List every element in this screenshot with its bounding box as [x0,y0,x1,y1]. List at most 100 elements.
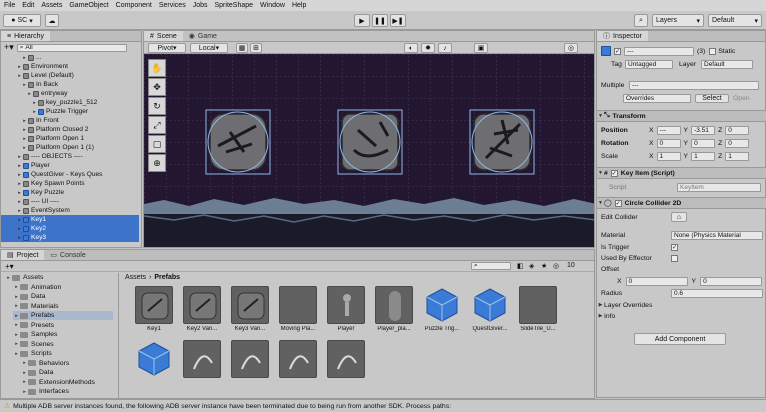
expand-arrow-icon[interactable]: ▸ [21,379,28,385]
step-button[interactable]: ▶❚ [390,14,406,27]
expand-arrow-icon[interactable]: ▸ [13,322,20,328]
expand-arrow-icon[interactable]: ▸ [16,163,23,169]
multiple-field[interactable]: --- [629,80,759,90]
pause-button[interactable]: ❚❚ [372,14,388,27]
filter-label-icon[interactable]: ◈ [529,262,534,270]
add-component-button[interactable]: Add Component [634,333,726,345]
hierarchy-item[interactable]: ▸ QuestGiver - Keys Ques [1,170,139,179]
expand-arrow-icon[interactable]: ▸ [16,199,23,205]
hand-tool-icon[interactable]: ✋ [148,59,166,77]
add-asset-icon[interactable]: +▾ [5,262,14,271]
expand-arrow-icon[interactable]: ▸ [16,64,23,70]
transform-header[interactable]: ▼ ⤡ Transform [597,110,766,122]
prefab-asset-icon[interactable] [183,340,221,378]
hierarchy-item[interactable]: ▸ Key1 [1,215,139,224]
expand-arrow-icon[interactable]: ▸ [21,389,28,395]
radius-field[interactable]: 0.6 [671,288,763,298]
info-row[interactable]: ▶ Info [597,310,766,322]
pos-x-field[interactable]: --- [656,125,681,135]
hierarchy-item[interactable]: ▸ Key3 [1,233,139,242]
expand-arrow-icon[interactable]: ▸ [16,181,23,187]
expand-arrow-icon[interactable]: ▸ [21,370,28,376]
hierarchy-item[interactable]: ▸ Key Spawn Points [1,179,139,188]
scale-z-field[interactable]: 1 [725,151,750,161]
local-toggle[interactable]: Local ▾ [190,43,228,53]
expand-arrow-icon[interactable]: ▸ [13,313,20,319]
is-trigger-checkbox[interactable]: ✓ [671,243,678,251]
expand-arrow-icon[interactable]: ▸ [16,217,23,223]
tab-hierarchy[interactable]: ≡ Hierarchy [1,31,51,41]
hierarchy-item[interactable]: ▸ EventSystem [1,206,139,215]
key-sprite-1[interactable] [205,109,271,175]
expand-arrow-icon[interactable]: ▸ [5,275,12,281]
scene-canvas[interactable] [144,54,595,248]
hierarchy-item[interactable]: ▸ Platform Open 1 (1) [1,143,139,152]
tab-inspector[interactable]: ⓘ Inspector [597,31,648,41]
expand-arrow-icon[interactable]: ▸ [16,73,23,79]
prefab-asset-icon[interactable] [327,286,365,324]
hierarchy-item[interactable]: ▸ ---- UI ---- [1,197,139,206]
tag-dropdown[interactable]: Untagged [625,59,673,69]
menu-item-spriteshape[interactable]: SpriteShape [215,2,254,9]
expand-arrow-icon[interactable]: ▸ [21,145,28,151]
expand-arrow-icon[interactable]: ▸ [16,172,23,178]
menu-item-services[interactable]: Services [159,2,186,9]
folder-item[interactable]: ▸ Materials [13,302,58,311]
play-button[interactable]: ▶ [354,14,370,27]
expand-arrow-icon[interactable]: ▸ [16,154,23,160]
rot-y-field[interactable]: 0 [691,138,716,148]
folder-item[interactable]: ▸ Behaviors [21,359,69,368]
folder-item[interactable]: ▸ Data [13,292,45,301]
expand-arrow-icon[interactable]: ▸ [21,118,28,124]
account-dropdown[interactable]: ● SC ▾ [3,14,41,27]
overrides-dropdown[interactable]: Overrides [623,93,691,103]
prefab-asset-icon[interactable] [327,340,365,378]
folder-item[interactable]: ▸ Interfaces [21,387,69,396]
expand-arrow-icon[interactable]: ▸ [13,332,20,338]
prefab-asset-icon[interactable] [135,286,173,324]
filter-type-icon[interactable]: ◧ [517,262,524,270]
used-by-effector-checkbox[interactable] [671,254,678,262]
hierarchy-item[interactable]: ▸ Platform Closed 2 [1,125,139,134]
hierarchy-item[interactable]: ▸ In Front [1,116,139,125]
key-sprite-3[interactable] [469,109,535,175]
object-name-field[interactable]: --- [624,46,694,56]
menu-item-window[interactable]: Window [260,2,285,9]
grid-icon[interactable]: ▦ [236,43,248,53]
hierarchy-item[interactable]: ▸ entryway [1,89,139,98]
prefab-asset-icon[interactable] [279,340,317,378]
rot-z-field[interactable]: 0 [725,138,750,148]
menu-item-file[interactable]: File [4,2,15,9]
breadcrumb-assets[interactable]: Assets [125,274,146,281]
expand-arrow-icon[interactable]: ▸ [16,235,23,241]
menu-item-component[interactable]: Component [116,2,152,9]
expand-arrow-icon[interactable]: ▸ [21,127,28,133]
folder-item[interactable]: ▸ Prefabs [13,311,113,320]
menu-item-jobs[interactable]: Jobs [193,2,208,9]
hierarchy-item[interactable]: ▸ Puzzle Trigger [1,107,139,116]
layout-dropdown[interactable]: Default ▾ [708,14,762,27]
prefab-asset-icon[interactable] [231,286,269,324]
view-2d-icon[interactable]: ◐ [404,43,418,53]
hierarchy-item[interactable]: ▸... [1,53,139,62]
snap-icon[interactable]: ⊞ [250,43,262,53]
expand-arrow-icon[interactable]: ▸ [21,82,28,88]
visibility-icon[interactable]: ◎ [553,262,559,270]
key-item-header[interactable]: ▼ # ✓ Key Item (Script) [597,167,766,179]
expand-arrow-icon[interactable]: ▸ [16,208,23,214]
gizmos-icon[interactable]: ◎ [564,43,578,53]
menu-item-gameobject[interactable]: GameObject [69,2,108,9]
hierarchy-item[interactable]: ▸ Level (Default) [1,71,139,80]
hierarchy-search-input[interactable]: ⌕ All [16,43,127,52]
expand-arrow-icon[interactable]: ▸ [16,190,23,196]
folder-item[interactable]: ▸ Scenes [13,340,53,349]
tab-console[interactable]: ▭ Console [44,250,91,260]
static-checkbox[interactable] [709,47,717,55]
active-checkbox[interactable]: ✓ [614,47,621,55]
hierarchy-item[interactable]: ▸ ---- OBJECTS ---- [1,152,139,161]
tab-project[interactable]: ▤ Project [1,250,45,260]
expand-arrow-icon[interactable]: ▸ [31,100,38,106]
hierarchy-item[interactable]: ▸ Environment [1,62,139,71]
prefab-asset-icon[interactable] [375,286,413,324]
prefab-asset-icon[interactable] [471,286,509,324]
